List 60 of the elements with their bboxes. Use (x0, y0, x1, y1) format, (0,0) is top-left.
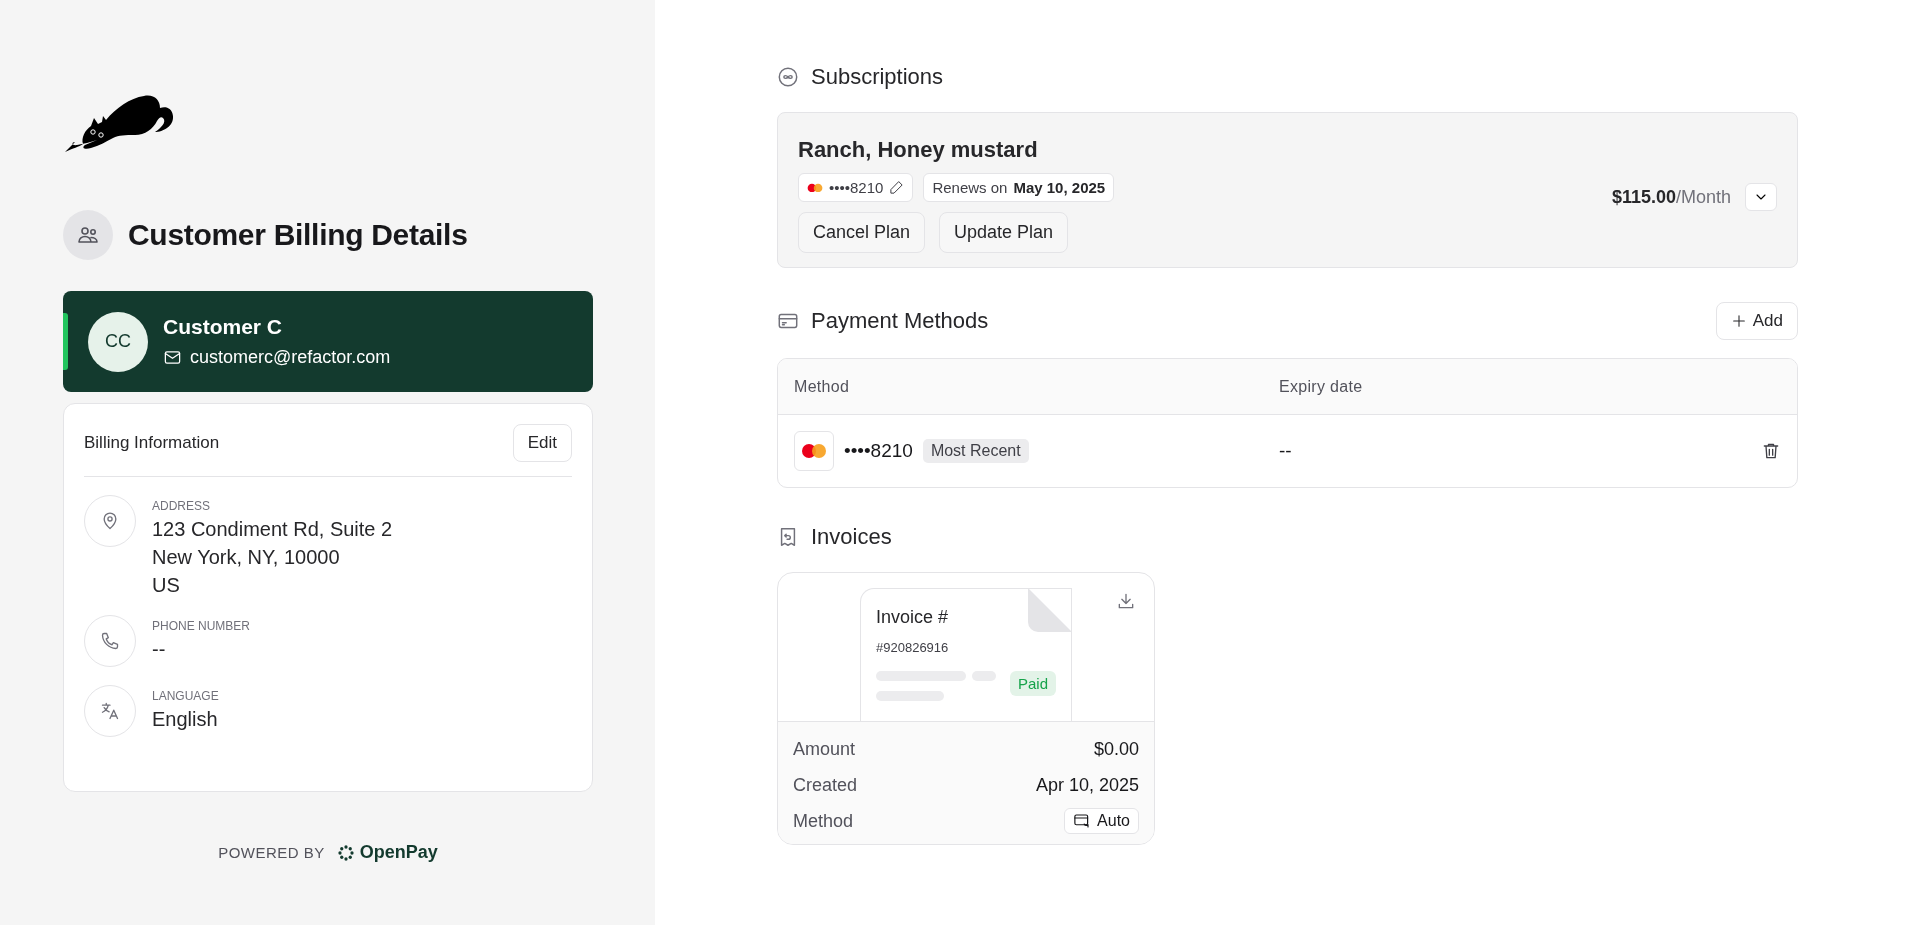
card-number: ••••8210 (844, 440, 913, 462)
detail-label: Method (793, 810, 854, 832)
detail-label: Amount (793, 738, 856, 760)
field-value: New York, NY, 10000 (152, 546, 341, 569)
invoice-card[interactable]: Invoice # #920826916 Paid Amount $0.00 Created Apr 10, 2025 Method Auto (777, 572, 1155, 845)
field-label: LANGUAGE (152, 689, 219, 703)
payment-card-chip[interactable]: ••••8210 (798, 173, 914, 202)
infinity-circle-icon (777, 66, 799, 88)
field-value: English (152, 708, 219, 731)
dots-logo-icon (336, 843, 355, 862)
edit-button[interactable]: Edit (512, 424, 572, 462)
renewal-date: Renews on May 10, 2025 (923, 173, 1115, 202)
detail-label: Created (793, 774, 858, 796)
avatar: CC (88, 311, 148, 372)
card-brand-icon (801, 442, 827, 460)
status-tag: Paid (1009, 671, 1056, 696)
payment-method-tag: Auto (1064, 808, 1139, 834)
card-brand-icon (807, 182, 823, 193)
customer-card[interactable]: CC Customer C customerc@refactor.com (63, 291, 593, 392)
powered-by-label: POWERED BY (218, 844, 325, 861)
card-sync-icon (1073, 812, 1092, 830)
column-header: Expiry date (1279, 377, 1364, 396)
download-button[interactable] (1116, 591, 1136, 611)
field-value: -- (152, 638, 167, 661)
customer-name: Customer C (163, 315, 284, 339)
plus-icon (1730, 313, 1747, 329)
billing-title: Billing Information (84, 433, 220, 453)
translate-icon (100, 701, 120, 721)
expand-button[interactable] (1745, 183, 1777, 211)
expiry-date: -- (1279, 440, 1293, 462)
pencil-icon (889, 180, 905, 195)
invoice-number: #920826916 (876, 640, 950, 655)
delete-button[interactable] (1761, 441, 1781, 461)
field-label: PHONE NUMBER (152, 619, 250, 633)
section-title: Invoices (811, 524, 892, 550)
invoice-title: Invoice # (876, 607, 950, 628)
plan-button[interactable]: Update Plan (939, 212, 1069, 253)
status-tag: Most Recent (922, 439, 1029, 463)
plan-button[interactable]: Cancel Plan (798, 212, 926, 253)
billing-period: /Month (1675, 186, 1731, 208)
customer-email: customerc@refactor.com (190, 347, 391, 368)
phone-icon (100, 631, 120, 651)
trash-icon (1761, 441, 1781, 461)
mail-icon (163, 348, 182, 367)
detail-value: $0.00 (1093, 738, 1139, 760)
plan-name: Ranch, Honey mustard (798, 137, 1039, 163)
download-icon (1116, 591, 1136, 611)
section-title: Payment Methods (811, 308, 989, 334)
add-button[interactable]: Add (1715, 302, 1798, 340)
section-title: Subscriptions (811, 64, 944, 90)
selection-bar (63, 313, 68, 370)
field-label: ADDRESS (152, 499, 211, 513)
detail-value: Apr 10, 2025 (1035, 774, 1139, 796)
brand-name: OpenPay (359, 842, 438, 863)
column-header: Method (794, 377, 851, 396)
field-value: US (152, 574, 181, 597)
page-fold-icon (1028, 588, 1072, 632)
page-title: Customer Billing Details (128, 218, 468, 252)
field-value: 123 Condiment Rd, Suite 2 (152, 518, 393, 541)
plan-price: $115.00 (1611, 186, 1676, 208)
